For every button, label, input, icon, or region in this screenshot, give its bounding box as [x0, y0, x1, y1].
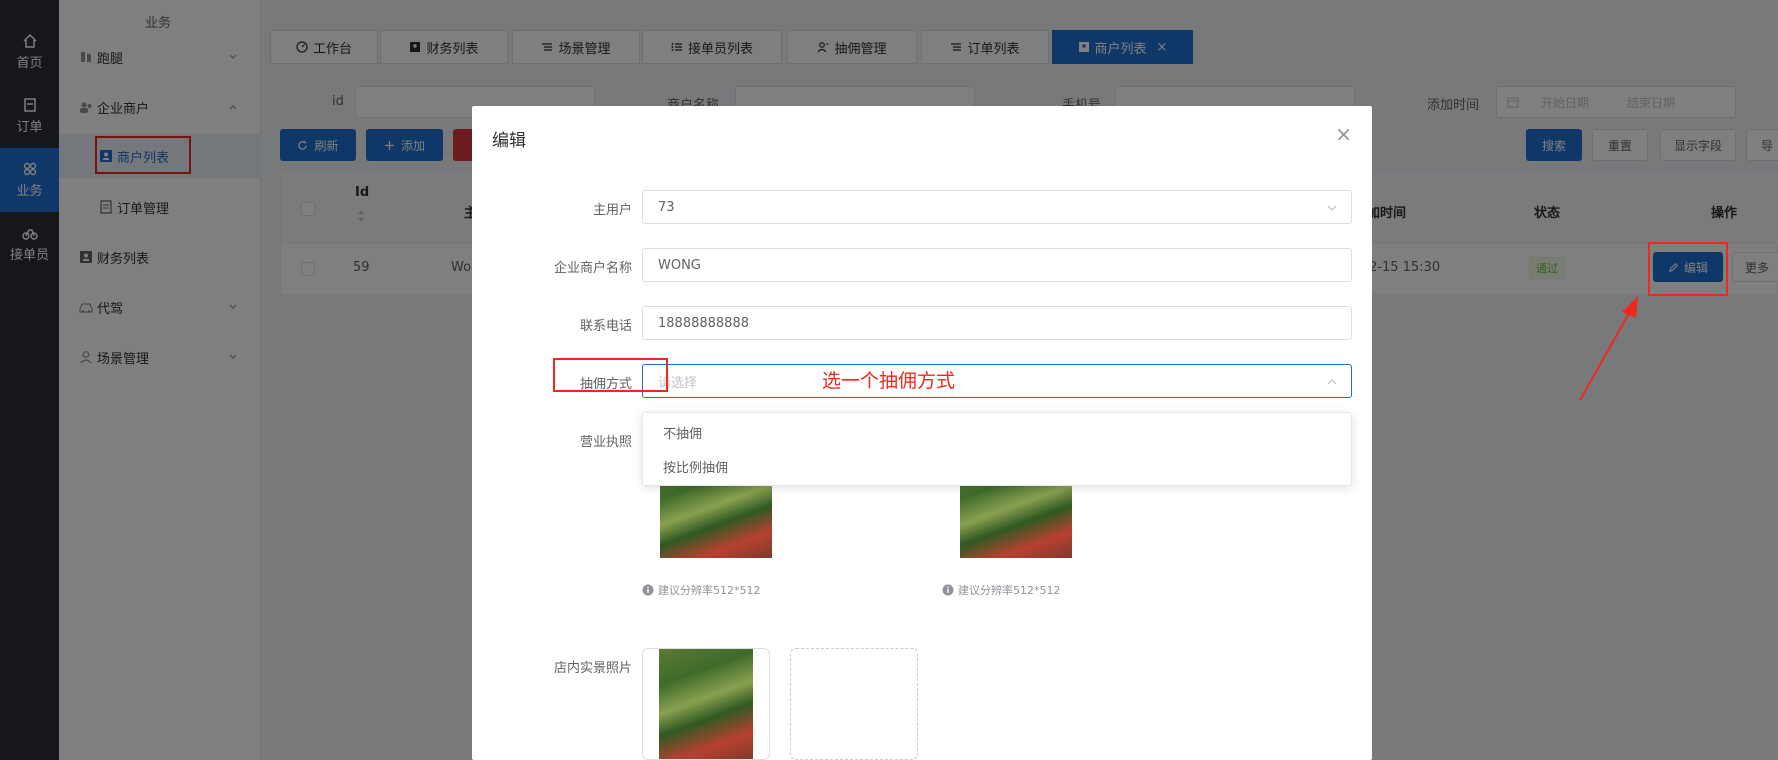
- commission-select[interactable]: 请选择: [642, 364, 1352, 398]
- dialog-close-icon[interactable]: ×: [1335, 122, 1352, 146]
- main-user-value: 73: [658, 199, 675, 215]
- highlight-box: [1648, 242, 1728, 296]
- dropdown-option-no-commission[interactable]: 不抽佣: [663, 423, 702, 442]
- edit-dialog: 编辑 × 主用户 73 企业商户名称 WONG 联系电话 18888888888…: [472, 106, 1372, 760]
- company-name-value: WONG: [658, 257, 701, 273]
- arrow-icon: [1579, 296, 1638, 401]
- dropdown-option-proportional[interactable]: 按比例抽佣: [663, 457, 728, 476]
- resolution-hint: 建议分辨率512*512: [642, 582, 761, 598]
- info-icon: [942, 584, 954, 596]
- dialog-title: 编辑: [492, 131, 526, 151]
- contact-phone-value: 18888888888: [658, 315, 749, 331]
- upload-placeholder[interactable]: [790, 648, 918, 760]
- company-name-input[interactable]: WONG: [642, 248, 1352, 282]
- contact-phone-label: 联系电话: [579, 319, 632, 334]
- annotation-text: 选一个抽佣方式: [822, 370, 956, 392]
- store-photo-card[interactable]: [642, 648, 770, 760]
- chevron-up-icon: [1327, 379, 1337, 385]
- hint-text: 建议分辨率512*512: [658, 584, 761, 597]
- commission-dropdown: 不抽佣 按比例抽佣: [642, 412, 1352, 486]
- company-name-label: 企业商户名称: [553, 261, 632, 276]
- chevron-down-icon: [1327, 205, 1337, 211]
- contact-phone-input[interactable]: 18888888888: [642, 306, 1352, 340]
- license-label: 营业执照: [579, 435, 632, 450]
- hint-text: 建议分辨率512*512: [958, 584, 1061, 597]
- main-user-label: 主用户: [592, 203, 632, 218]
- main-user-select[interactable]: 73: [642, 190, 1352, 224]
- resolution-hint: 建议分辨率512*512: [942, 582, 1061, 598]
- info-icon: [642, 584, 654, 596]
- store-photo-image: [659, 649, 753, 759]
- highlight-box: [553, 358, 668, 392]
- store-photo-label: 店内实景照片: [553, 661, 632, 676]
